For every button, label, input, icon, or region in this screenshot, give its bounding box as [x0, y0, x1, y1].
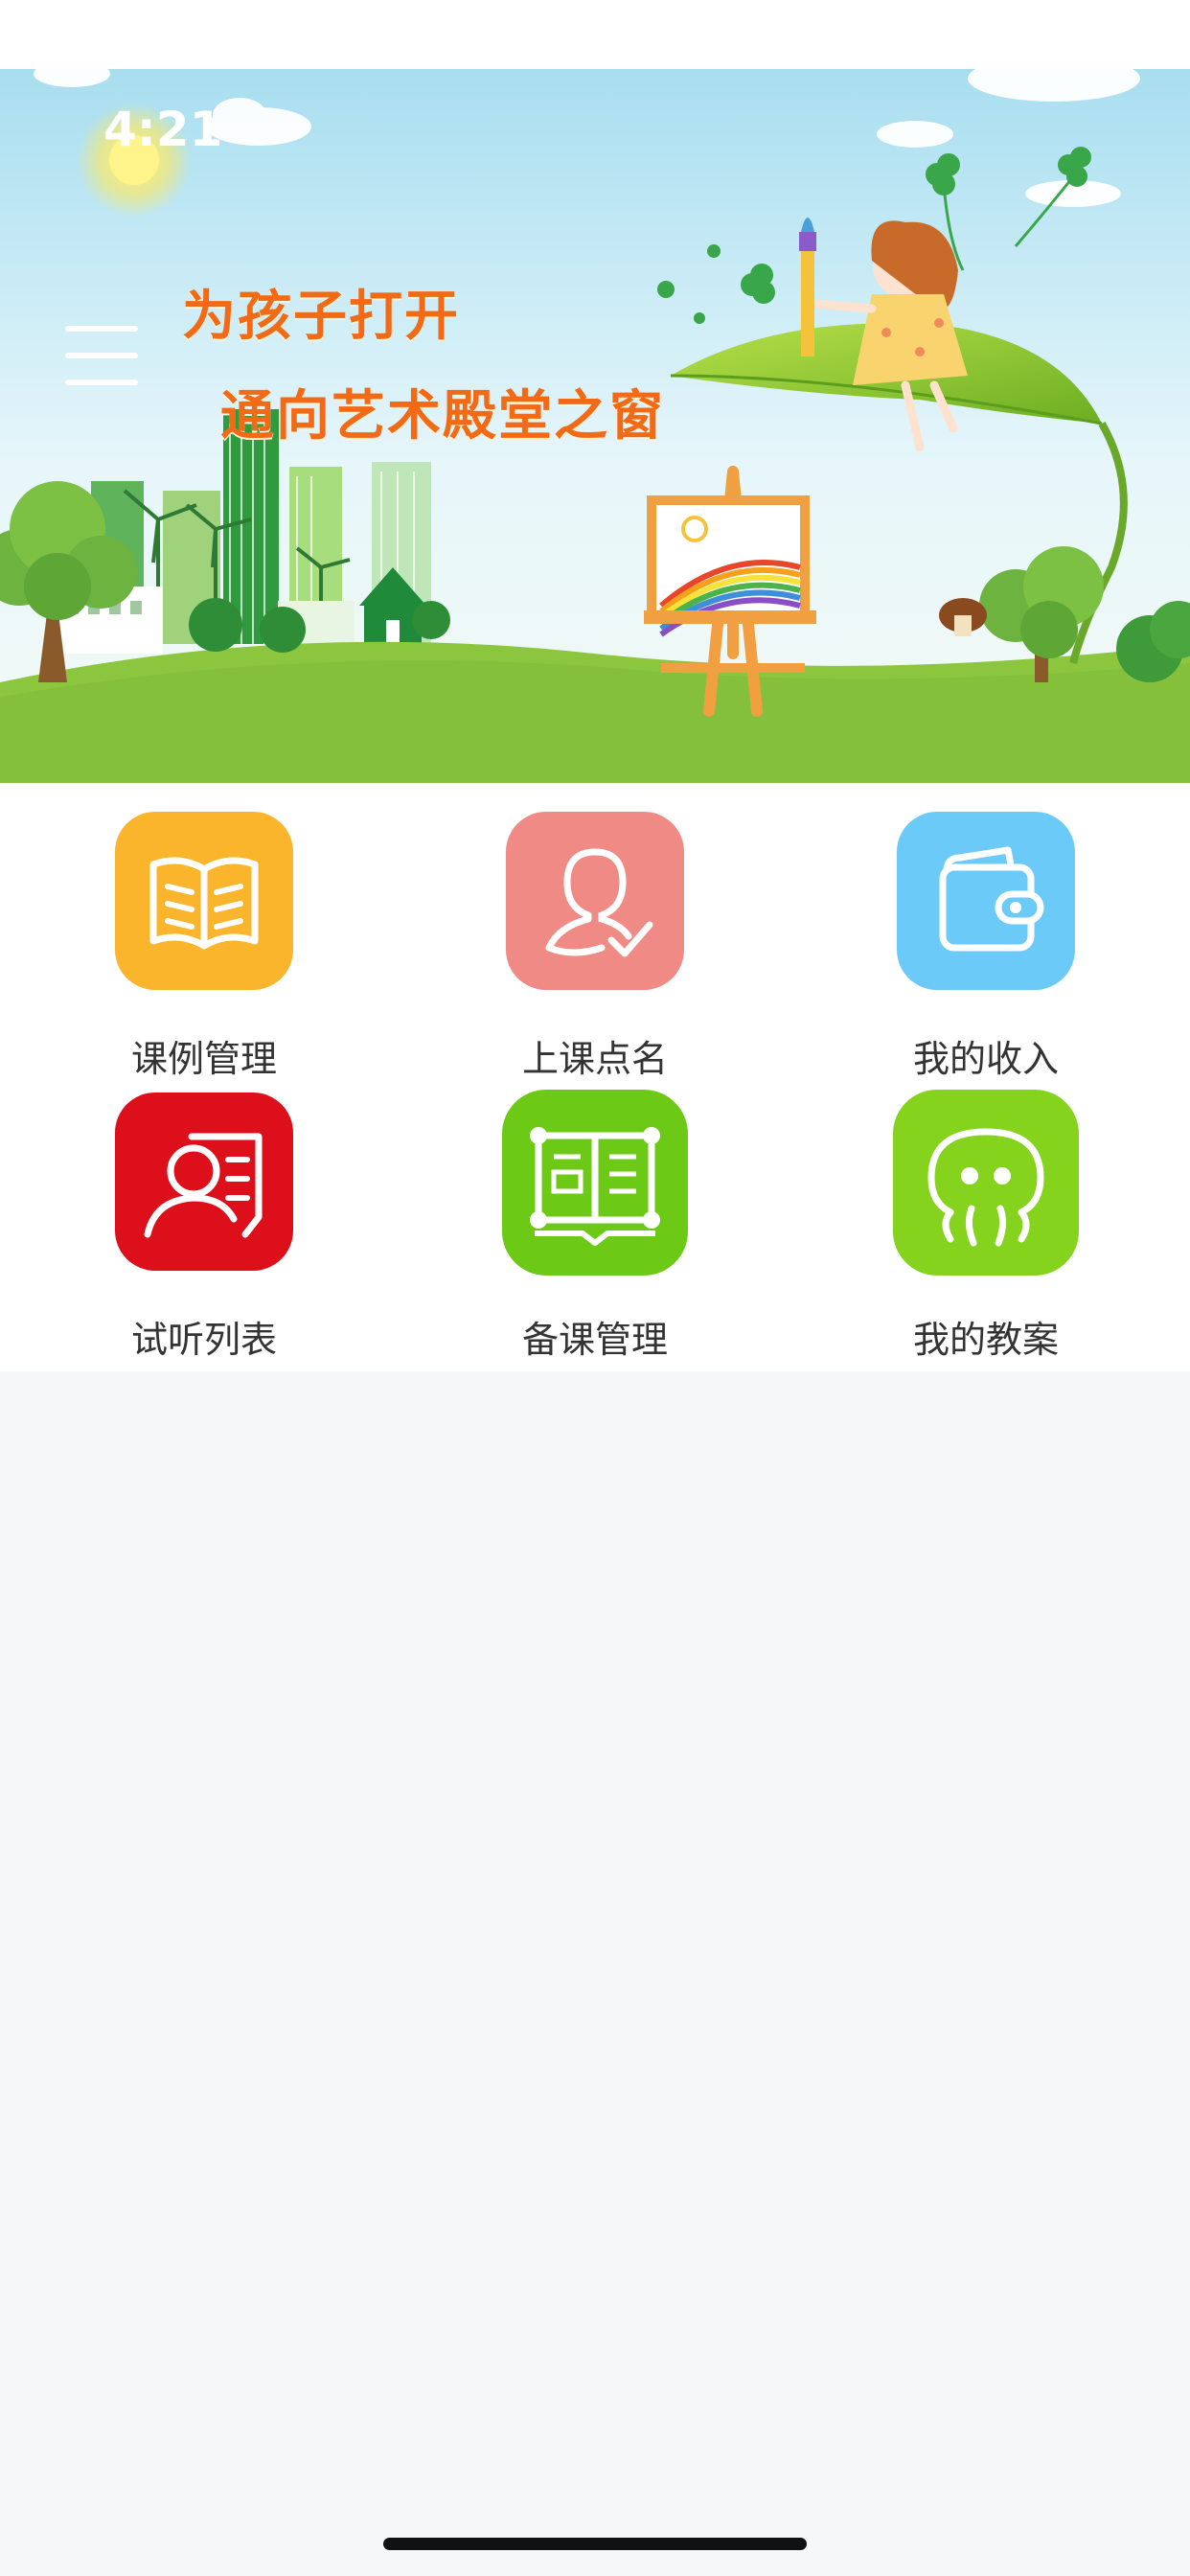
open-book-icon — [115, 812, 293, 990]
status-time: 4:21 — [103, 102, 223, 157]
grid-item-label: 课例管理 — [130, 1038, 277, 1080]
person-check-icon — [506, 812, 684, 990]
grid-item-label: 备课管理 — [521, 1319, 668, 1361]
grid-item-label: 上课点名 — [521, 1038, 668, 1080]
grid-item-label: 我的教案 — [912, 1319, 1059, 1361]
grid-item-trial-list[interactable]: 试听列表 — [10, 1092, 399, 1370]
grid-item-my-income[interactable]: 我的收入 — [791, 812, 1180, 1090]
hamburger-menu-icon — [65, 326, 138, 332]
grid-item-my-lesson-plans[interactable]: 我的教案 — [791, 1090, 1180, 1368]
banner-slogan-line1: 为孩子打开 — [182, 285, 460, 348]
octopus-plan-icon — [893, 1090, 1079, 1276]
grid-item-lesson-management[interactable]: 课例管理 — [10, 812, 399, 1090]
listener-list-icon — [115, 1092, 293, 1271]
hero-banner: 4:21 为孩子打开 通向艺术殿堂之窗 — [0, 69, 1190, 783]
banner-slogan-line2: 通向艺术殿堂之窗 — [220, 384, 665, 448]
wallet-icon — [897, 812, 1075, 990]
top-bar — [0, 0, 1190, 69]
menu-button[interactable] — [65, 326, 138, 387]
grid-item-lesson-prep[interactable]: 备课管理 — [400, 1090, 790, 1368]
feature-grid: 课例管理 上课点名 我的收入 试听列表 备课管理 我的教案 — [0, 783, 1190, 1371]
home-indicator[interactable] — [383, 2538, 807, 2550]
grid-item-roll-call[interactable]: 上课点名 — [400, 812, 790, 1090]
grid-item-label: 我的收入 — [912, 1038, 1059, 1080]
grid-item-label: 试听列表 — [130, 1319, 277, 1361]
hamburger-menu-icon-bar — [65, 353, 138, 358]
hamburger-menu-icon-bar — [65, 380, 138, 385]
lesson-book-icon — [502, 1090, 688, 1276]
